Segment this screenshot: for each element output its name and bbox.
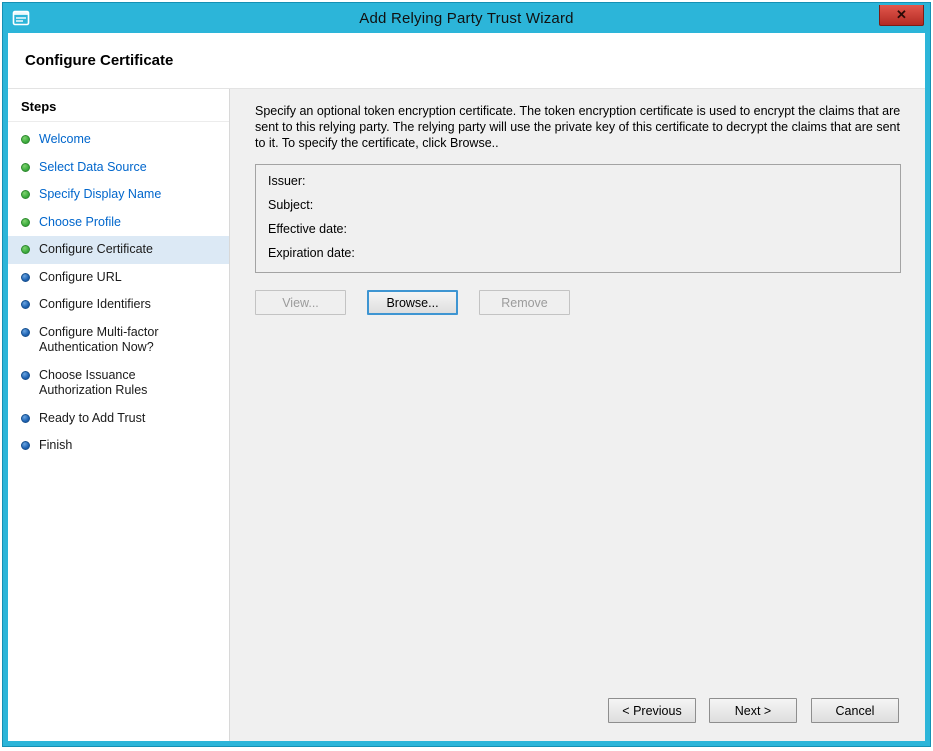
sidebar-item-configure-identifiers: Configure Identifiers — [8, 291, 229, 319]
cert-field-value — [366, 222, 888, 237]
step-label: Configure Certificate — [39, 242, 153, 258]
window-title: Add Relying Party Trust Wizard — [3, 10, 930, 27]
sidebar-item-finish: Finish — [8, 432, 229, 460]
sidebar-item-configure-multi-factor-authentication-now: Configure Multi-factor Authentication No… — [8, 319, 229, 362]
sidebar-item-configure-certificate: Configure Certificate — [8, 236, 229, 264]
pending-step-icon — [21, 414, 30, 423]
titlebar[interactable]: Add Relying Party Trust Wizard ✕ — [3, 3, 930, 33]
cert-field-value — [366, 174, 888, 189]
sidebar-item-choose-profile[interactable]: Choose Profile — [8, 209, 229, 237]
pending-step-icon — [21, 328, 30, 337]
close-icon: ✕ — [896, 7, 907, 22]
step-label: Finish — [39, 438, 72, 454]
pending-step-icon — [21, 371, 30, 380]
cert-field-label: Effective date: — [268, 222, 358, 237]
browse-button[interactable]: Browse... — [367, 290, 458, 315]
completed-step-icon — [21, 135, 30, 144]
close-button[interactable]: ✕ — [879, 5, 924, 26]
step-label: Choose Issuance Authorization Rules — [39, 368, 207, 399]
completed-step-icon — [21, 218, 30, 227]
view-button: View... — [255, 290, 346, 315]
cert-field-expiration-date: Expiration date: — [268, 246, 888, 261]
steps-heading: Steps — [8, 97, 229, 122]
pending-step-icon — [21, 300, 30, 309]
wizard-body: Configure Certificate Steps Welcome Selec… — [8, 33, 925, 741]
certificate-actions: View... Browse... Remove — [255, 290, 903, 315]
main-panel: Specify an optional token encryption cer… — [230, 89, 925, 741]
wizard-window: Add Relying Party Trust Wizard ✕ Configu… — [2, 2, 931, 747]
step-label: Configure URL — [39, 270, 122, 286]
cert-field-value — [366, 246, 888, 261]
steps-sidebar: Steps Welcome Select Data Source Specify D… — [8, 89, 230, 741]
certificate-info-box: Issuer: Subject: Effective date: Expiration… — [255, 164, 901, 273]
step-label: Select Data Source — [39, 160, 147, 176]
completed-step-icon — [21, 190, 30, 199]
cert-field-label: Subject: — [268, 198, 358, 213]
cert-field-subject: Subject: — [268, 198, 888, 213]
sidebar-item-welcome[interactable]: Welcome — [8, 126, 229, 154]
previous-button[interactable]: < Previous — [608, 698, 696, 723]
page-title: Configure Certificate — [8, 33, 925, 89]
remove-button: Remove — [479, 290, 570, 315]
spacer — [255, 315, 903, 698]
wizard-navigation: < Previous Next > Cancel — [255, 698, 903, 729]
cert-field-label: Expiration date: — [268, 246, 358, 261]
cert-field-issuer: Issuer: — [268, 174, 888, 189]
step-label: Configure Multi-factor Authentication No… — [39, 325, 207, 356]
completed-step-icon — [21, 163, 30, 172]
step-label: Ready to Add Trust — [39, 411, 145, 427]
sidebar-item-ready-to-add-trust: Ready to Add Trust — [8, 405, 229, 433]
step-label: Configure Identifiers — [39, 297, 151, 313]
sidebar-item-choose-issuance-authorization-rules: Choose Issuance Authorization Rules — [8, 362, 229, 405]
sidebar-item-configure-url: Configure URL — [8, 264, 229, 292]
cert-field-value — [366, 198, 888, 213]
pending-step-icon — [21, 441, 30, 450]
step-label: Choose Profile — [39, 215, 121, 231]
step-label: Welcome — [39, 132, 91, 148]
content-area: Steps Welcome Select Data Source Specify D… — [8, 89, 925, 741]
cert-field-label: Issuer: — [268, 174, 358, 189]
cert-field-effective-date: Effective date: — [268, 222, 888, 237]
next-button[interactable]: Next > — [709, 698, 797, 723]
cancel-button[interactable]: Cancel — [811, 698, 899, 723]
description-text: Specify an optional token encryption cer… — [255, 103, 903, 151]
pending-step-icon — [21, 273, 30, 282]
sidebar-item-select-data-source[interactable]: Select Data Source — [8, 154, 229, 182]
completed-step-icon — [21, 245, 30, 254]
sidebar-item-specify-display-name[interactable]: Specify Display Name — [8, 181, 229, 209]
step-label: Specify Display Name — [39, 187, 161, 203]
steps-list: Welcome Select Data Source Specify Display… — [8, 126, 229, 460]
